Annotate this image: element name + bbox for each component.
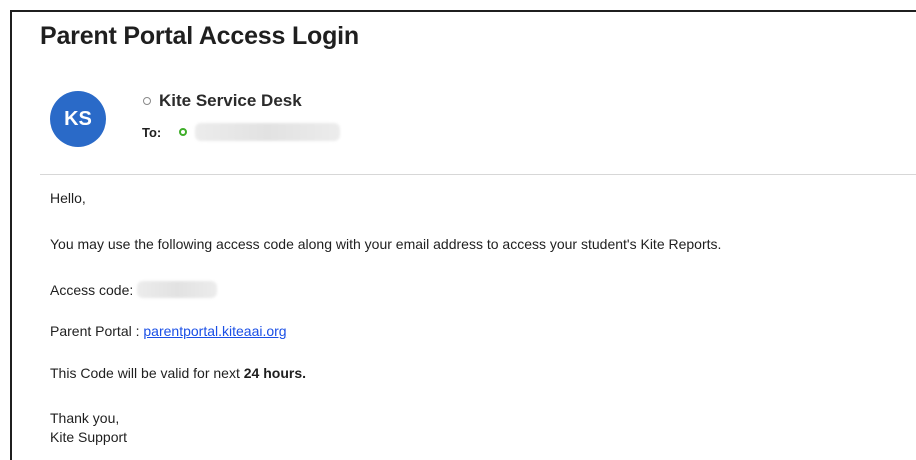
validity-duration: 24 hours. — [243, 365, 307, 381]
access-code-label: Access code: — [50, 281, 134, 298]
portal-line: Parent Portal : parentportal.kiteaai.org — [50, 323, 287, 339]
portal-label: Parent Portal : — [50, 323, 144, 339]
access-code-line: Access code: — [50, 281, 218, 298]
closing-text: Thank you, — [50, 410, 120, 426]
sender-row: Kite Service Desk — [143, 91, 302, 111]
header-divider — [40, 174, 916, 175]
presence-online-icon — [179, 128, 188, 136]
recipient-row: To: — [142, 123, 341, 141]
intro-text: You may use the following access code al… — [50, 236, 722, 252]
sender-name[interactable]: Kite Service Desk — [159, 91, 302, 111]
validity-line: This Code will be valid for next 24 hour… — [50, 365, 306, 381]
to-label: To: — [142, 124, 162, 140]
email-subject: Parent Portal Access Login — [40, 22, 359, 50]
validity-text: This Code will be valid for next — [50, 365, 244, 381]
greeting-text: Hello, — [50, 190, 86, 206]
access-code-redacted — [137, 281, 218, 298]
avatar-initials: KS — [64, 107, 92, 130]
portal-link[interactable]: parentportal.kiteaai.org — [143, 323, 286, 339]
email-frame — [10, 10, 916, 460]
presence-offline-icon — [143, 97, 151, 105]
sender-avatar[interactable]: KS — [50, 91, 106, 147]
signature-text: Kite Support — [50, 429, 128, 445]
recipient-redacted[interactable] — [195, 123, 341, 141]
